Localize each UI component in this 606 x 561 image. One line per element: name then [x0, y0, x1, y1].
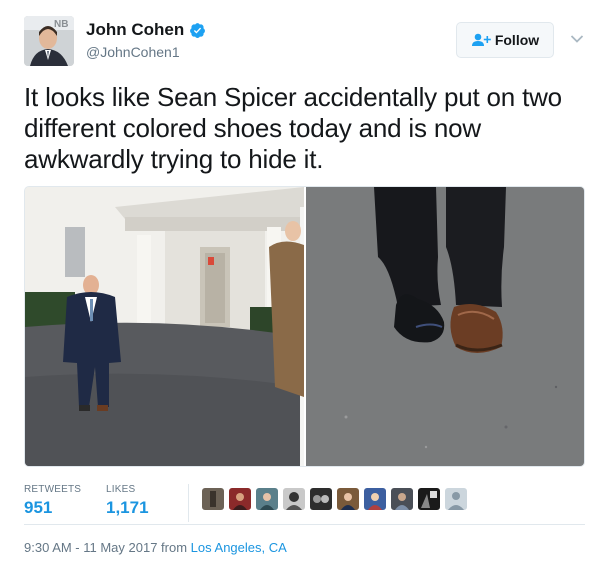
avatar-badge-text: NB: [54, 19, 68, 30]
liker-avatar[interactable]: [418, 488, 440, 510]
default-avatar-icon[interactable]: [445, 488, 467, 510]
liker-avatars: [202, 488, 472, 510]
liker-avatar[interactable]: [202, 488, 224, 510]
liker-avatar[interactable]: [256, 488, 278, 510]
likes-stat[interactable]: LIKES 1,171: [106, 484, 149, 518]
liker-avatar[interactable]: [310, 488, 332, 510]
photo-press-briefing[interactable]: [25, 187, 304, 467]
display-name[interactable]: John Cohen: [86, 20, 184, 40]
likes-count[interactable]: 1,171: [106, 498, 149, 518]
follow-button[interactable]: Follow: [456, 22, 554, 58]
name-row: John Cohen: [86, 20, 206, 40]
likes-label: LIKES: [106, 484, 136, 495]
footer-divider: [24, 524, 585, 525]
tweet-text: It looks like Sean Spicer accidentally p…: [24, 82, 562, 174]
chevron-down-icon[interactable]: [570, 34, 584, 44]
liker-avatar[interactable]: [391, 488, 413, 510]
stats-divider: [188, 484, 189, 522]
liker-avatar[interactable]: [337, 488, 359, 510]
tweet-footer: 9:30 AM - 11 May 2017 from Los Angeles, …: [24, 540, 287, 555]
follow-label: Follow: [494, 32, 540, 48]
liker-avatar[interactable]: [364, 488, 386, 510]
tweet-timestamp[interactable]: 9:30 AM - 11 May 2017 from: [24, 540, 191, 555]
retweets-count[interactable]: 951: [24, 498, 81, 518]
retweets-stat[interactable]: RETWEETS 951: [24, 484, 81, 518]
tweet-location-link[interactable]: Los Angeles, CA: [191, 540, 287, 555]
liker-avatar[interactable]: [283, 488, 305, 510]
add-user-icon: [471, 33, 491, 46]
tweet-stats: RETWEETS 951 LIKES 1,171: [24, 484, 584, 526]
liker-avatar[interactable]: [229, 488, 251, 510]
tweet-header: NB John Cohen @JohnCohen1 Follow: [24, 16, 584, 68]
retweets-label: RETWEETS: [24, 484, 82, 495]
user-handle[interactable]: @JohnCohen1: [86, 44, 180, 60]
avatar[interactable]: NB: [24, 16, 74, 66]
verified-badge-icon: [190, 22, 206, 38]
tweet-media[interactable]: [24, 186, 585, 467]
avatar-photo: NB: [24, 16, 74, 66]
photo-shoes-closeup[interactable]: [306, 187, 585, 467]
